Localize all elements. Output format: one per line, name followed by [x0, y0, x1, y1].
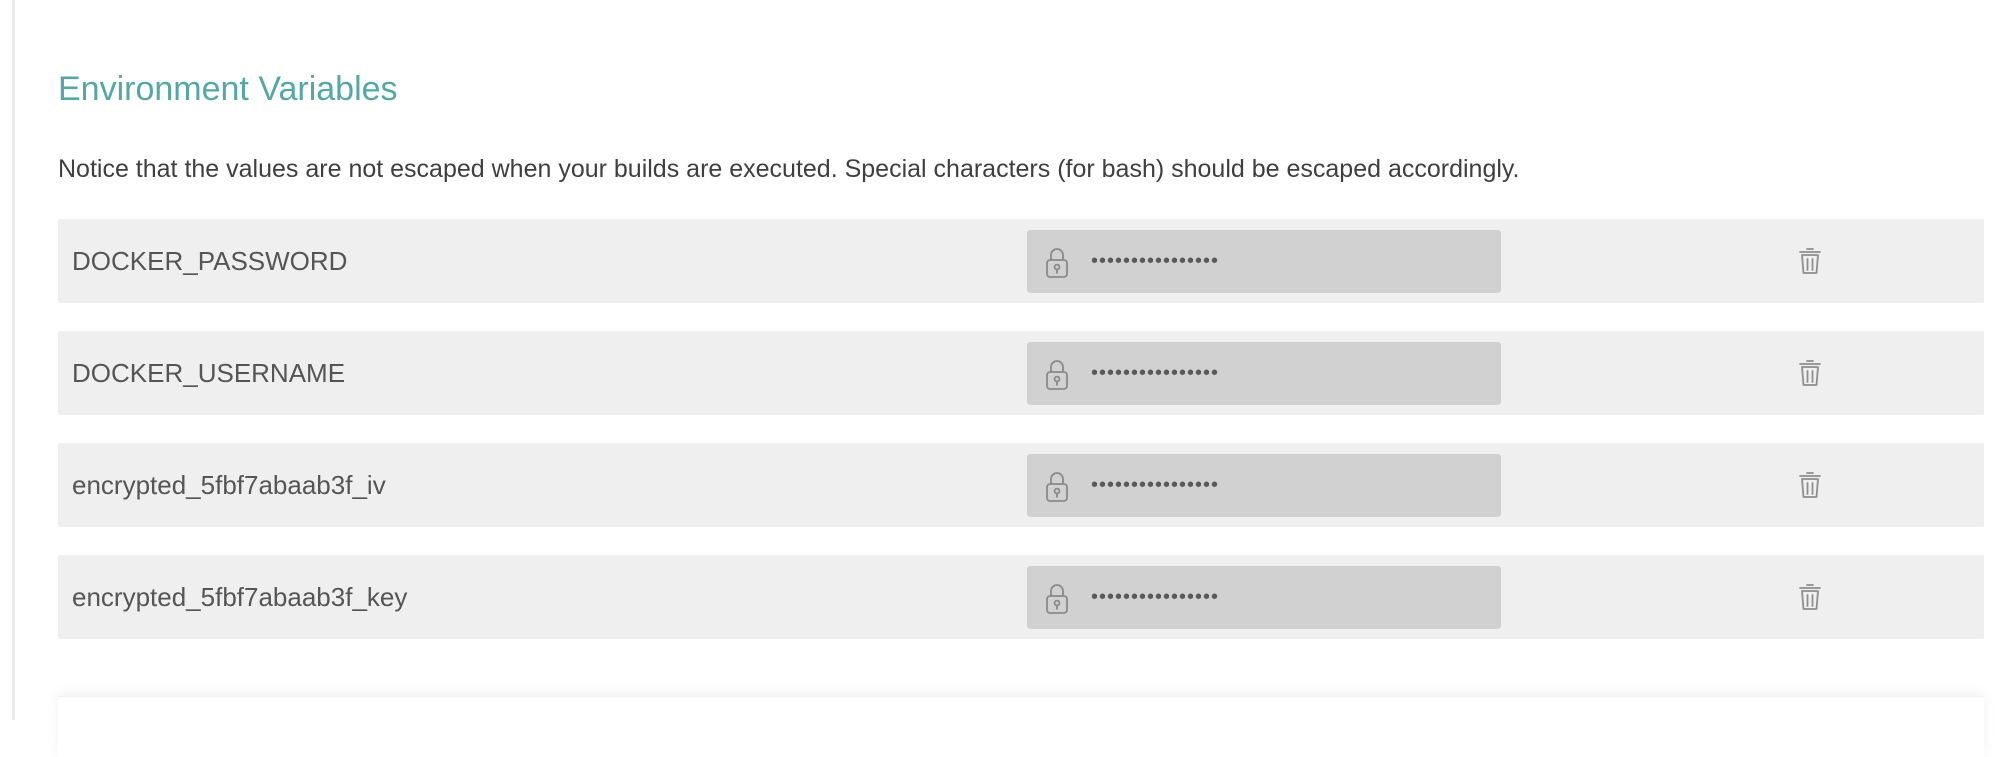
env-var-value-field: ••••••••••••••••	[1027, 566, 1501, 629]
env-var-name: DOCKER_PASSWORD	[72, 246, 348, 276]
env-var-value-field: ••••••••••••••••	[1027, 454, 1501, 517]
left-border	[12, 0, 15, 720]
env-var-name: encrypted_5fbf7abaab3f_iv	[72, 470, 386, 500]
lock-icon	[1045, 583, 1069, 615]
lock-icon	[1045, 359, 1069, 391]
env-var-value-field: ••••••••••••••••	[1027, 230, 1501, 293]
section-title: Environment Variables	[58, 70, 398, 108]
delete-button[interactable]	[1792, 243, 1828, 279]
env-var-name: DOCKER_USERNAME	[72, 358, 346, 388]
delete-button[interactable]	[1792, 467, 1828, 503]
add-variable-card	[58, 696, 1984, 757]
env-var-row: encrypted_5fbf7abaab3f_key •••••••••••••…	[58, 555, 1984, 639]
escape-notice: Notice that the values are not escaped w…	[58, 155, 1520, 183]
delete-button[interactable]	[1792, 579, 1828, 615]
env-var-row: encrypted_5fbf7abaab3f_iv ••••••••••••••…	[58, 443, 1984, 527]
env-var-name: encrypted_5fbf7abaab3f_key	[72, 582, 408, 612]
lock-icon	[1045, 247, 1069, 279]
delete-button[interactable]	[1792, 355, 1828, 391]
lock-icon	[1045, 471, 1069, 503]
masked-value: ••••••••••••••••	[1091, 586, 1220, 608]
masked-value: ••••••••••••••••	[1091, 474, 1220, 496]
env-var-value-field: ••••••••••••••••	[1027, 342, 1501, 405]
masked-value: ••••••••••••••••	[1091, 362, 1220, 384]
env-var-row: DOCKER_PASSWORD ••••••••••••••••	[58, 219, 1984, 303]
env-var-row: DOCKER_USERNAME ••••••••••••••••	[58, 331, 1984, 415]
masked-value: ••••••••••••••••	[1091, 250, 1220, 272]
